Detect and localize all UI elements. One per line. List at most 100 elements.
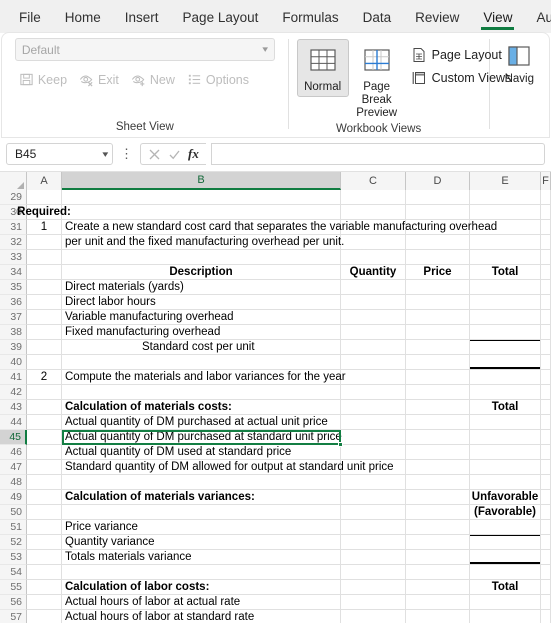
row-header-44[interactable]: 44 [0,415,27,430]
cell-F33[interactable] [541,250,551,265]
cell-B36[interactable]: Direct labor hours [62,295,341,310]
cell-C46[interactable] [341,445,406,460]
row-header-48[interactable]: 48 [0,475,27,490]
cancel-x-icon[interactable] [148,148,161,161]
cell-C51[interactable] [341,520,406,535]
cell-D46[interactable] [406,445,470,460]
row-header-43[interactable]: 43 [0,400,27,415]
cell-D35[interactable] [406,280,470,295]
cell-E53[interactable] [470,550,541,565]
cell-A38[interactable] [27,325,62,340]
row-header-52[interactable]: 52 [0,535,27,550]
cell-F52[interactable] [541,535,551,550]
cell-A57[interactable] [27,610,62,623]
cell-C49[interactable] [341,490,406,505]
row-header-46[interactable]: 46 [0,445,27,460]
cell-B38[interactable]: Fixed manufacturing overhead [62,325,341,340]
cell-B42[interactable] [62,385,341,400]
sheet-view-options-button[interactable]: Options [182,70,254,89]
row-header-32[interactable]: 32 [0,235,27,250]
row-header-35[interactable]: 35 [0,280,27,295]
fill-handle[interactable] [338,442,343,447]
cell-D41[interactable] [406,370,470,385]
cell-B44[interactable]: Actual quantity of DM purchased at actua… [62,415,341,430]
cell-E32[interactable] [470,235,541,250]
cell-F47[interactable] [541,460,551,475]
cell-C32[interactable] [341,235,406,250]
cell-B35[interactable]: Direct materials (yards) [62,280,341,295]
cell-A56[interactable] [27,595,62,610]
row-header-55[interactable]: 55 [0,580,27,595]
cell-E30[interactable] [470,205,541,220]
row-header-42[interactable]: 42 [0,385,27,400]
cell-E41[interactable] [470,370,541,385]
name-box[interactable]: B45 ▾ [6,143,113,165]
cell-F51[interactable] [541,520,551,535]
cell-C52[interactable] [341,535,406,550]
column-header-B[interactable]: B [62,172,341,190]
page-break-preview-button[interactable]: Page Break Preview [351,39,403,123]
cell-E56[interactable] [470,595,541,610]
cell-A43[interactable] [27,400,62,415]
ribbon-tab-view[interactable]: View [472,5,523,30]
cell-A32[interactable] [27,235,62,250]
cell-E50[interactable]: (Favorable) [470,505,541,520]
cell-F36[interactable] [541,295,551,310]
cell-B51[interactable]: Price variance [62,520,341,535]
cell-F30[interactable] [541,205,551,220]
cell-C55[interactable] [341,580,406,595]
row-header-33[interactable]: 33 [0,250,27,265]
row-header-31[interactable]: 31 [0,220,27,235]
cell-A47[interactable] [27,460,62,475]
cell-D54[interactable] [406,565,470,580]
cell-B33[interactable] [62,250,341,265]
cell-A45[interactable] [27,430,62,445]
cell-B39[interactable]: Standard cost per unit [62,340,341,355]
cell-E57[interactable] [470,610,541,623]
cell-D55[interactable] [406,580,470,595]
cell-A41[interactable]: 2 [27,370,62,385]
cell-A55[interactable] [27,580,62,595]
cell-F31[interactable] [541,220,551,235]
cell-F44[interactable] [541,415,551,430]
cell-E29[interactable] [470,190,541,205]
cell-F39[interactable] [541,340,551,355]
cell-F56[interactable] [541,595,551,610]
cell-B31[interactable]: Create a new standard cost card that sep… [62,220,497,235]
cell-A30[interactable]: Required: [17,205,71,220]
cell-F41[interactable] [541,370,551,385]
cell-A48[interactable] [27,475,62,490]
column-header-F[interactable]: F [541,172,551,190]
cell-E36[interactable] [470,295,541,310]
row-header-34[interactable]: 34 [0,265,27,280]
new-sheet-view-button[interactable]: New [126,70,180,89]
cell-C56[interactable] [341,595,406,610]
cell-D42[interactable] [406,385,470,400]
cell-F48[interactable] [541,475,551,490]
keep-sheet-view-button[interactable]: Keep [14,70,72,89]
enter-check-icon[interactable] [168,148,181,161]
cell-E39[interactable] [470,340,541,355]
cell-F29[interactable] [541,190,551,205]
cell-E54[interactable] [470,565,541,580]
cell-A49[interactable] [27,490,62,505]
cell-A40[interactable] [27,355,62,370]
cell-F32[interactable] [541,235,551,250]
cell-F45[interactable] [541,430,551,445]
cell-E44[interactable] [470,415,541,430]
cell-D36[interactable] [406,295,470,310]
cell-C44[interactable] [341,415,406,430]
cell-D50[interactable] [406,505,470,520]
cell-E43[interactable]: Total [470,400,541,415]
cell-E52[interactable] [470,535,541,550]
row-header-37[interactable]: 37 [0,310,27,325]
cell-D56[interactable] [406,595,470,610]
cell-C36[interactable] [341,295,406,310]
cell-B52[interactable]: Quantity variance [62,535,341,550]
cell-D44[interactable] [406,415,470,430]
cell-A29[interactable] [27,190,62,205]
cell-C54[interactable] [341,565,406,580]
cell-F42[interactable] [541,385,551,400]
cell-C41[interactable] [341,370,406,385]
cell-D49[interactable] [406,490,470,505]
